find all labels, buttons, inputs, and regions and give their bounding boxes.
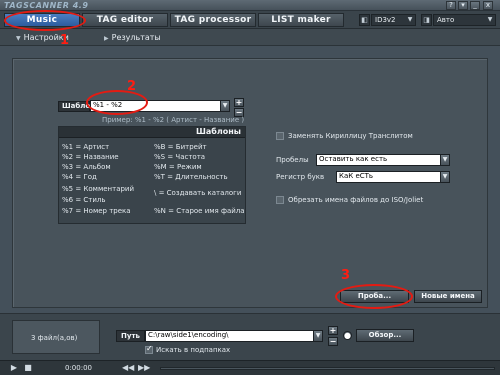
annotation-ellipse-1 bbox=[4, 10, 86, 31]
stop-icon[interactable]: ■ bbox=[22, 363, 34, 373]
template-example: Пример: %1 - %2 ( Артист - Название ) bbox=[102, 116, 245, 124]
chevron-down-icon[interactable]: ▼ bbox=[313, 331, 322, 341]
remove-path-button[interactable]: − bbox=[328, 337, 338, 346]
tab-tag-processor[interactable]: TAG processor bbox=[170, 13, 256, 27]
chevron-down-icon: ▼ bbox=[440, 172, 449, 182]
annotation-ellipse-3 bbox=[335, 284, 413, 309]
template-item: %7 = Номер трека bbox=[62, 207, 131, 215]
template-item: %4 = Год bbox=[62, 173, 97, 181]
spaces-select[interactable]: Оставить как есть ▼ bbox=[316, 154, 450, 166]
template-item: %3 = Альбом bbox=[62, 163, 111, 171]
fast-forward-icon[interactable]: ▶▶ bbox=[138, 363, 150, 373]
tab-list-maker[interactable]: LIST maker bbox=[258, 13, 344, 27]
replace-cyrillic-checkbox[interactable] bbox=[276, 132, 284, 140]
template-item: %T = Длительность bbox=[154, 173, 228, 181]
app-window: TAGSCANNER 4.9 ? ▾ _ x Music renamer TAG… bbox=[0, 0, 500, 375]
template-item: %B = Битрейт bbox=[154, 143, 207, 151]
rewind-icon[interactable]: ◀◀ bbox=[122, 363, 134, 373]
tag-icon[interactable]: ◧ bbox=[359, 14, 370, 26]
browse-button[interactable]: Обзор... bbox=[356, 329, 414, 342]
title-bar: TAGSCANNER 4.9 ? ▾ _ x bbox=[0, 0, 500, 11]
tag-version-value: ID3v2 bbox=[375, 16, 396, 24]
triangle-down-icon: ▼ bbox=[16, 35, 21, 42]
template-item: \ = Создавать каталоги bbox=[154, 189, 242, 197]
tab-results[interactable]: ▶ Результаты bbox=[104, 32, 161, 44]
help-button[interactable]: ? bbox=[446, 1, 456, 10]
replace-cyrillic-label: Заменять Кириллицу Транслитом bbox=[288, 132, 413, 140]
case-select[interactable]: КаК еСТь ▼ bbox=[336, 171, 450, 183]
chevron-down-icon: ▼ bbox=[407, 16, 413, 23]
subfolders-label: Искать в подпапках bbox=[156, 346, 231, 354]
close-button[interactable]: x bbox=[483, 1, 493, 10]
subfolders-checkbox[interactable] bbox=[145, 344, 153, 354]
add-template-button[interactable]: + bbox=[234, 98, 244, 107]
case-value: КаК еСТь bbox=[339, 172, 374, 180]
tab-results-label: Результаты bbox=[111, 33, 161, 42]
truncate-label: Обрезать имена файлов до ISO/Joliet bbox=[288, 196, 424, 204]
minimize-button[interactable]: _ bbox=[470, 1, 480, 10]
sub-tabs: ▼ Настройки ▶ Результаты bbox=[0, 29, 500, 46]
annotation-ellipse-2 bbox=[86, 90, 148, 115]
status-bar: ▶ ■ 0:00:00 ◀◀ ▶▶ bbox=[0, 360, 500, 375]
menu-button[interactable]: ▾ bbox=[458, 1, 468, 10]
encoding-value: Авто bbox=[437, 16, 455, 24]
chevron-down-icon: ▼ bbox=[440, 155, 449, 165]
chevron-down-icon: ▼ bbox=[487, 16, 493, 23]
spaces-label: Пробелы bbox=[276, 156, 309, 164]
annotation-number-2: 2 bbox=[127, 79, 137, 94]
path-value: C:\raw\side1\encoding\ bbox=[148, 331, 229, 339]
annotation-number-3: 3 bbox=[341, 268, 351, 283]
templates-title: Шаблоны bbox=[59, 127, 245, 138]
annotation-number-1: 1 bbox=[60, 33, 70, 48]
add-path-button[interactable]: + bbox=[328, 326, 338, 335]
truncate-checkbox[interactable] bbox=[276, 196, 284, 204]
template-item: %S = Частота bbox=[154, 153, 206, 161]
files-count-box: 3 файл(а,ов) bbox=[12, 320, 100, 354]
app-title: TAGSCANNER 4.9 bbox=[4, 1, 89, 10]
chevron-down-icon[interactable]: ▼ bbox=[220, 101, 229, 111]
tag-version-select[interactable]: ID3v2 ▼ bbox=[371, 14, 416, 26]
time-display: 0:00:00 bbox=[65, 364, 92, 372]
record-icon[interactable]: ● bbox=[343, 331, 352, 340]
files-count: 3 файл(а,ов) bbox=[31, 334, 78, 342]
seek-bar[interactable] bbox=[160, 367, 495, 370]
path-label: Путь bbox=[116, 330, 145, 342]
template-item: %M = Режим bbox=[154, 163, 202, 171]
new-names-button[interactable]: Новые имена bbox=[414, 290, 482, 303]
spaces-value: Оставить как есть bbox=[319, 155, 388, 163]
template-item: %6 = Стиль bbox=[62, 196, 106, 204]
play-icon[interactable]: ▶ bbox=[8, 363, 20, 373]
template-item: %5 = Комментарий bbox=[62, 185, 135, 193]
template-item: %1 = Артист bbox=[62, 143, 110, 151]
template-item: %2 = Название bbox=[62, 153, 119, 161]
tab-tag-editor[interactable]: TAG editor bbox=[82, 13, 168, 27]
encoding-icon[interactable]: ◨ bbox=[421, 14, 432, 26]
template-item: %N = Старое имя файла bbox=[154, 207, 245, 215]
path-input[interactable]: C:\raw\side1\encoding\ ▼ bbox=[145, 330, 323, 342]
case-label: Регистр букв bbox=[276, 173, 325, 181]
triangle-right-icon: ▶ bbox=[104, 35, 109, 42]
encoding-select[interactable]: Авто ▼ bbox=[433, 14, 496, 26]
